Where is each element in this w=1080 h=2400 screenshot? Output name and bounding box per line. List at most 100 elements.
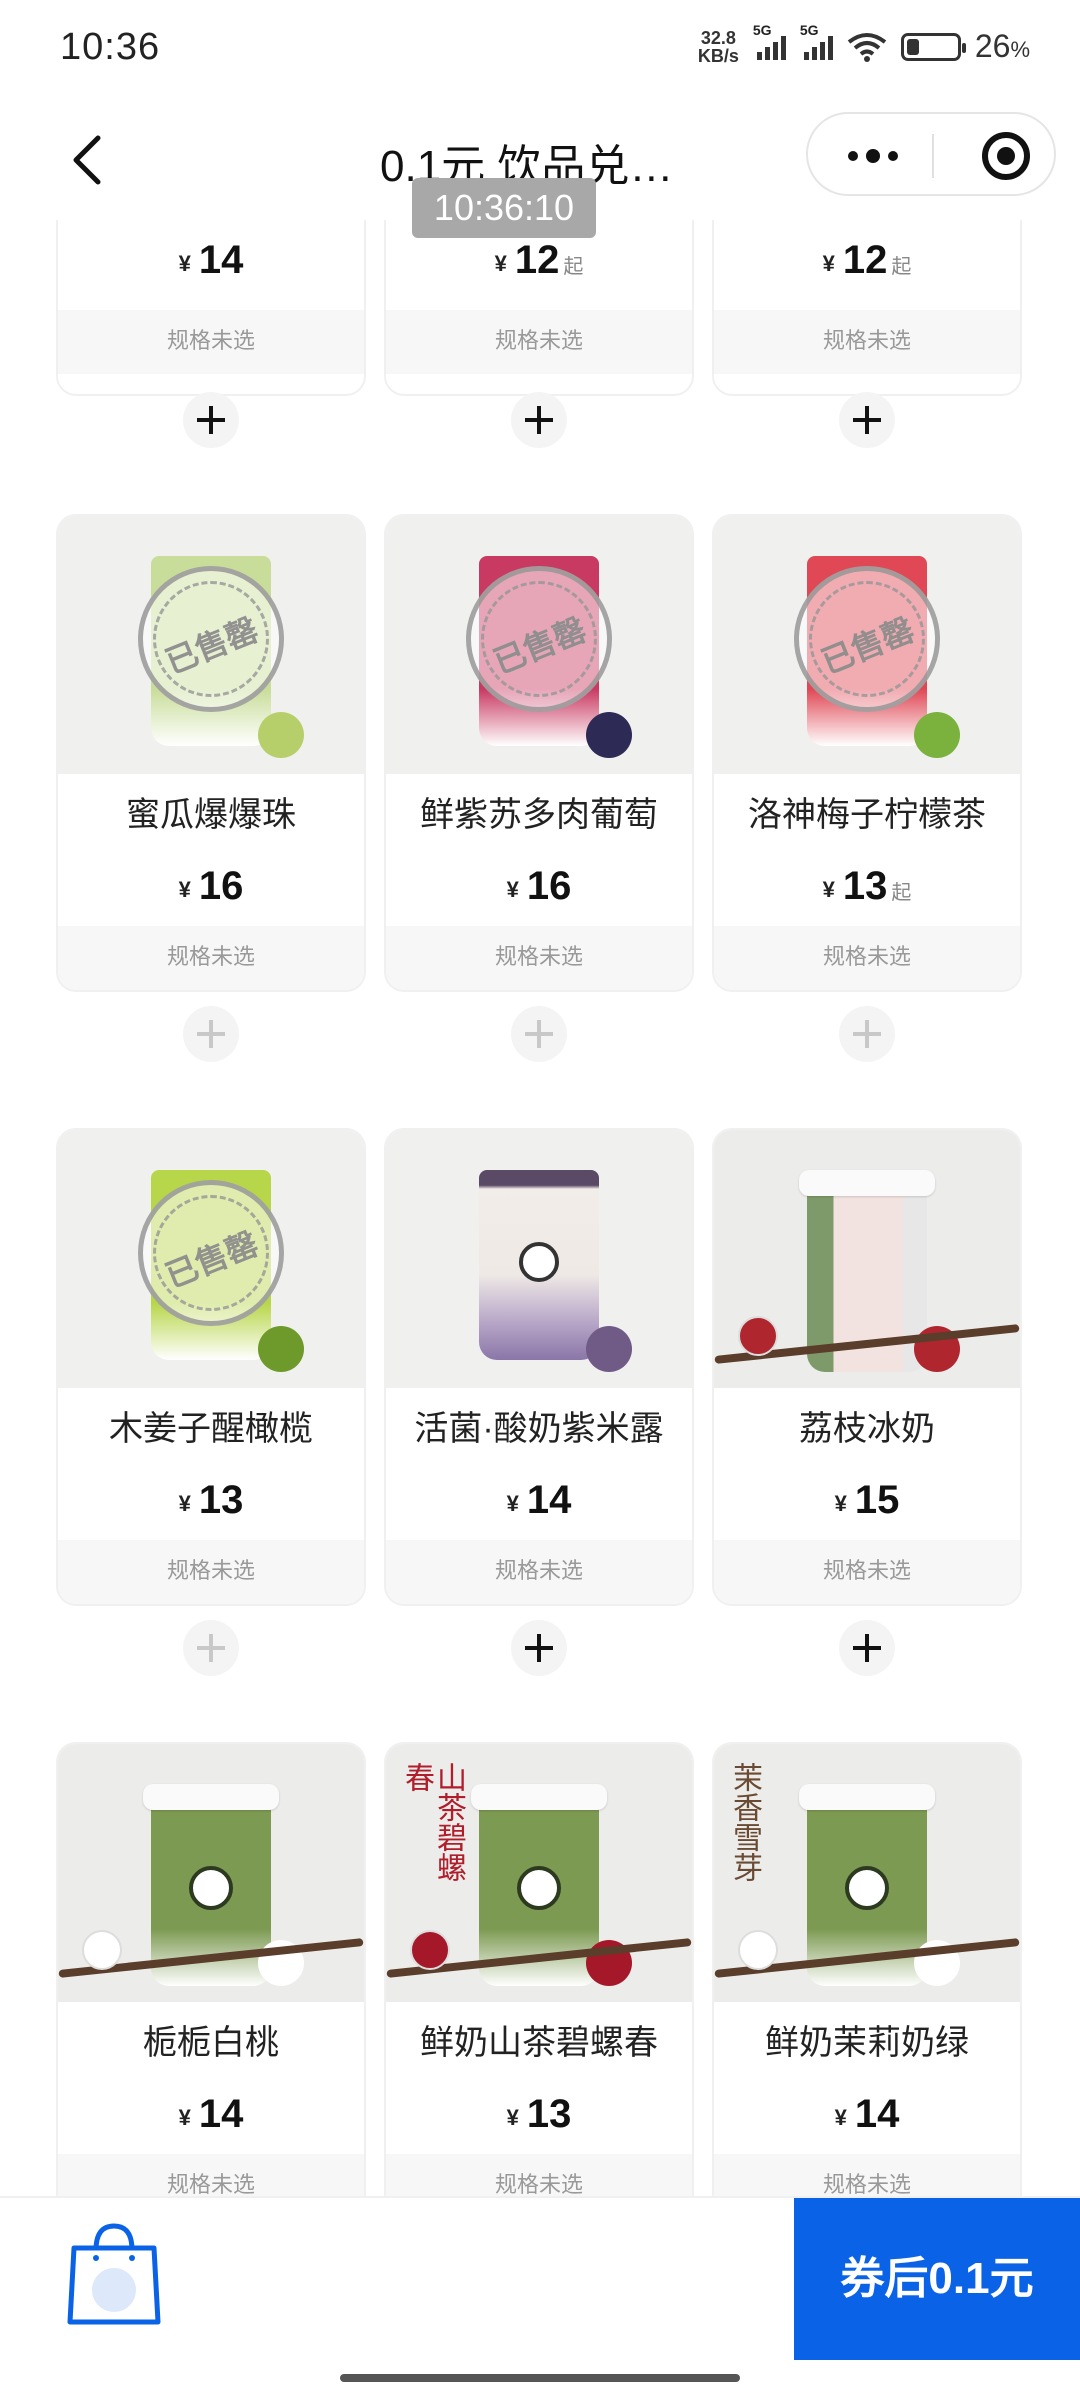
- product-card[interactable]: 茉香雪芽 鲜奶茉莉奶绿 ¥14 规格未选: [714, 1744, 1020, 2198]
- product-card[interactable]: 已售罄 鲜紫苏多肉葡萄 ¥16 规格未选: [386, 516, 692, 990]
- sold-out-stamp: 已售罄: [794, 566, 940, 712]
- add-icon[interactable]: [839, 1620, 895, 1676]
- spec-unselected[interactable]: 规格未选: [714, 1540, 1020, 1604]
- add-icon[interactable]: [511, 392, 567, 448]
- spec-unselected[interactable]: 规格未选: [58, 310, 364, 374]
- add-icon[interactable]: [511, 1620, 567, 1676]
- spec-unselected[interactable]: 规格未选: [386, 926, 692, 990]
- net-speed-value: 32.8: [700, 27, 736, 48]
- product-price: ¥14: [58, 2084, 364, 2154]
- price-value: 14: [854, 2092, 900, 2136]
- spec-unselected[interactable]: 规格未选: [386, 310, 692, 374]
- home-indicator: [340, 2374, 740, 2382]
- product-grid: ¥14 规格未选 ¥12 起规格未选 ¥12 起规格未选 已售罄 蜜瓜爆爆珠 ¥16 规格未选 已售…: [0, 220, 1080, 2198]
- price-value: 16: [198, 864, 244, 908]
- product-card[interactable]: 栀栀白桃 ¥14 规格未选: [58, 1744, 364, 2198]
- more-icon[interactable]: [828, 124, 918, 188]
- add-icon[interactable]: [839, 392, 895, 448]
- price-from-label: 起: [891, 256, 912, 278]
- status-bar: 10:36 32.8 KB/s 5G 5G 26%: [0, 0, 1080, 100]
- currency-symbol: ¥: [178, 877, 191, 902]
- product-price: ¥15: [714, 1470, 1020, 1540]
- close-miniprogram-icon[interactable]: [982, 132, 1030, 180]
- net-speed-unit: KB/s: [697, 45, 739, 66]
- currency-symbol: ¥: [178, 1491, 191, 1516]
- product-price: ¥16: [58, 856, 364, 926]
- product-card[interactable]: 山茶碧螺春 鲜奶山茶碧螺春 ¥13 规格未选: [386, 1744, 692, 2198]
- drink-cup: [479, 1170, 599, 1360]
- add-icon: [183, 1006, 239, 1062]
- sold-out-stamp: 已售罄: [138, 1180, 284, 1326]
- battery-percent: 26%: [974, 28, 1030, 64]
- add-icon: [183, 1620, 239, 1676]
- product-card[interactable]: ¥12 起规格未选: [386, 220, 692, 394]
- spec-unselected[interactable]: 规格未选: [386, 1540, 692, 1604]
- currency-symbol: ¥: [506, 1491, 519, 1516]
- product-price: ¥13: [386, 2084, 692, 2154]
- product-price: ¥14: [714, 2084, 1020, 2154]
- garnish-decoration: [258, 1326, 304, 1372]
- add-icon: [511, 1006, 567, 1062]
- price-value: 15: [854, 1478, 900, 1522]
- back-icon[interactable]: [60, 130, 120, 190]
- sold-out-label: 已售罄: [816, 611, 919, 681]
- spec-unselected[interactable]: 规格未选: [58, 926, 364, 990]
- product-image: [714, 1130, 1020, 1388]
- price-value: 13: [842, 864, 888, 908]
- product-name: 蜜瓜爆爆珠: [126, 796, 296, 834]
- price-value: 12: [514, 238, 560, 282]
- currency-symbol: ¥: [834, 2105, 847, 2130]
- product-card[interactable]: ¥12 起规格未选: [714, 220, 1020, 394]
- spec-unselected[interactable]: 规格未选: [714, 310, 1020, 374]
- product-name: 荔枝冰奶: [799, 1410, 935, 1448]
- sold-out-label: 已售罄: [488, 611, 591, 681]
- sold-out-label: 已售罄: [160, 611, 263, 681]
- product-image: 茉香雪芽: [714, 1744, 1020, 2002]
- product-name: 洛神梅子柠檬茶: [748, 796, 986, 834]
- currency-symbol: ¥: [822, 251, 835, 276]
- product-price: ¥14: [58, 220, 364, 310]
- garnish-decoration: [586, 712, 632, 758]
- spec-unselected[interactable]: 规格未选: [58, 2154, 364, 2198]
- mini-program-capsule: [806, 112, 1056, 196]
- product-price: ¥12 起: [714, 220, 1020, 310]
- add-icon: [839, 1006, 895, 1062]
- product-image: 已售罄: [386, 516, 692, 774]
- product-card[interactable]: ¥14 规格未选: [58, 220, 364, 394]
- sold-out-label: 已售罄: [160, 1225, 263, 1295]
- price-from-label: 起: [891, 882, 912, 904]
- product-price: ¥16: [386, 856, 692, 926]
- checkout-button[interactable]: 券后0.1元: [794, 2198, 1080, 2360]
- product-image: 已售罄: [58, 1130, 364, 1388]
- price-value: 13: [526, 2092, 572, 2136]
- product-card[interactable]: 活菌·酸奶紫米露 ¥14 规格未选: [386, 1130, 692, 1604]
- spec-unselected[interactable]: 规格未选: [714, 2154, 1020, 2198]
- product-card[interactable]: 荔枝冰奶 ¥15 规格未选: [714, 1130, 1020, 1604]
- price-value: 14: [198, 238, 244, 282]
- product-image: 已售罄: [58, 516, 364, 774]
- product-card[interactable]: 已售罄 木姜子醒橄榄 ¥13 规格未选: [58, 1130, 364, 1604]
- price-from-label: 起: [563, 256, 584, 278]
- add-icon[interactable]: [183, 392, 239, 448]
- poster-calligraphy: 山茶碧螺春: [399, 1762, 466, 1882]
- product-card[interactable]: 已售罄 洛神梅子柠檬茶 ¥13 起规格未选: [714, 516, 1020, 990]
- product-image: [386, 1130, 692, 1388]
- sold-out-stamp: 已售罄: [466, 566, 612, 712]
- poster-calligraphy: 茉香雪芽: [727, 1762, 762, 1882]
- shopping-bag-icon[interactable]: [66, 2220, 162, 2328]
- spec-unselected[interactable]: 规格未选: [58, 1540, 364, 1604]
- product-card[interactable]: 已售罄 蜜瓜爆爆珠 ¥16 规格未选: [58, 516, 364, 990]
- spec-unselected[interactable]: 规格未选: [714, 926, 1020, 990]
- garnish-decoration: [258, 712, 304, 758]
- wifi-icon: [847, 32, 887, 62]
- status-icons: 32.8 KB/s 5G 5G 26%: [697, 22, 1030, 66]
- product-image: 山茶碧螺春: [386, 1744, 692, 2002]
- bottom-bar: 券后0.1元: [0, 2198, 1080, 2360]
- sold-out-stamp: 已售罄: [138, 566, 284, 712]
- currency-symbol: ¥: [494, 251, 507, 276]
- timestamp-toast: 10:36:10: [412, 178, 596, 238]
- price-value: 12: [842, 238, 888, 282]
- spec-unselected[interactable]: 规格未选: [386, 2154, 692, 2198]
- price-value: 14: [198, 2092, 244, 2136]
- garnish-decoration: [586, 1326, 632, 1372]
